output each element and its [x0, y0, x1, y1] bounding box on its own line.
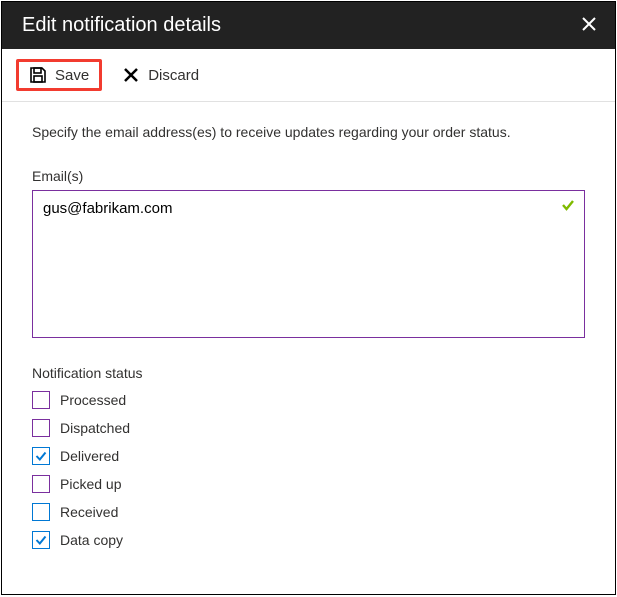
status-checkbox-row[interactable]: Picked up [32, 475, 585, 493]
dialog: Edit notification details Save Discard S… [1, 1, 616, 595]
discard-button[interactable]: Discard [110, 60, 211, 90]
intro-text: Specify the email address(es) to receive… [32, 124, 585, 140]
status-checkbox-row[interactable]: Received [32, 503, 585, 521]
dialog-title: Edit notification details [22, 14, 221, 37]
status-checkbox-row[interactable]: Data copy [32, 531, 585, 549]
checkbox[interactable] [32, 447, 50, 465]
content-area: Specify the email address(es) to receive… [2, 102, 615, 594]
checkbox[interactable] [32, 531, 50, 549]
checkbox[interactable] [32, 503, 50, 521]
checkbox[interactable] [32, 419, 50, 437]
toolbar: Save Discard [2, 49, 615, 102]
checkbox[interactable] [32, 391, 50, 409]
save-button[interactable]: Save [16, 59, 102, 91]
dialog-header: Edit notification details [2, 2, 615, 49]
checkbox-label: Processed [60, 392, 126, 408]
check-icon [34, 449, 48, 463]
checkbox-label: Data copy [60, 532, 123, 548]
save-icon [29, 66, 47, 84]
status-list: Processed Dispatched Delivered Picked up Rec… [32, 391, 585, 549]
status-section-label: Notification status [32, 365, 585, 381]
checkbox-label: Dispatched [60, 420, 130, 436]
discard-icon [122, 66, 140, 84]
checkbox-label: Received [60, 504, 118, 520]
save-label: Save [55, 67, 89, 84]
checkbox-label: Delivered [60, 448, 119, 464]
checkbox[interactable] [32, 475, 50, 493]
close-button[interactable] [577, 12, 601, 39]
status-checkbox-row[interactable]: Delivered [32, 447, 585, 465]
checkbox-label: Picked up [60, 476, 121, 492]
check-icon [34, 533, 48, 547]
close-icon [581, 16, 597, 32]
email-label: Email(s) [32, 168, 585, 184]
discard-label: Discard [148, 67, 199, 84]
email-field-wrap [32, 190, 585, 341]
status-checkbox-row[interactable]: Processed [32, 391, 585, 409]
valid-check-icon [561, 198, 575, 217]
status-checkbox-row[interactable]: Dispatched [32, 419, 585, 437]
email-input[interactable] [32, 190, 585, 338]
